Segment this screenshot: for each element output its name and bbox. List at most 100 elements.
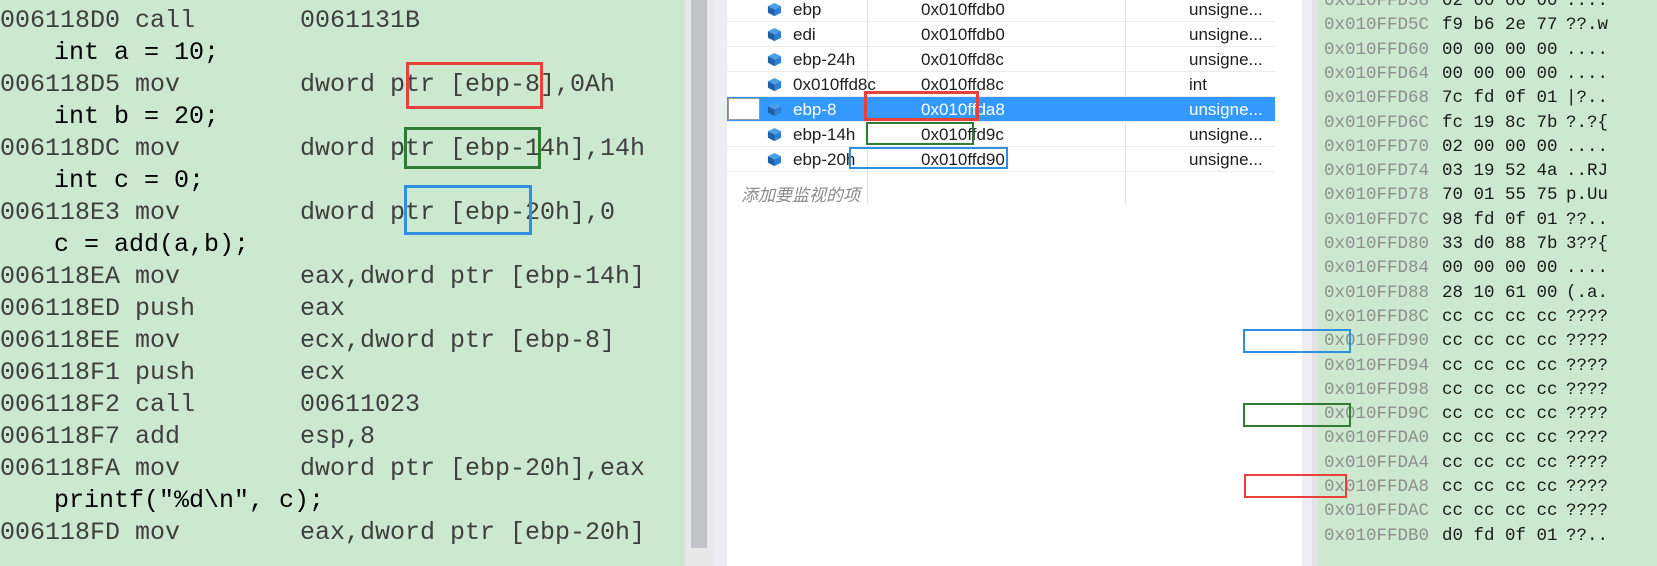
row-divider: [727, 171, 1275, 172]
memory-row[interactable]: 0x010FFD7C 98 fd 0f 01??..: [1318, 207, 1657, 233]
memory-ascii: ????: [1566, 404, 1609, 425]
memory-bytes: 00 00 00 00: [1442, 39, 1558, 60]
asm-opcode: mov: [135, 70, 181, 99]
memory-address: 0x010FFD70: [1324, 136, 1430, 157]
memory-bytes: 00 00 00 00: [1442, 63, 1558, 84]
memory-address: 0x010FFD60: [1324, 39, 1430, 60]
disassembly-scrollbar-thumb[interactable]: [691, 0, 707, 548]
disassembly-panel[interactable]: 006118D0 call 0061131B int a = 10; 006118D5 m…: [0, 0, 685, 566]
memory-row[interactable]: 0x010FFD68 7c fd 0f 01 |?..: [1318, 85, 1657, 111]
watch-type: unsigne...: [1189, 25, 1263, 44]
memory-row[interactable]: 0x010FFDA0 cc cc cc cc????: [1318, 425, 1657, 451]
memory-panel[interactable]: 0x010FFD58 02 00 00 00.... 0x010FFD5C f9 b6…: [1318, 0, 1657, 566]
watch-type: unsigne...: [1189, 125, 1263, 144]
memory-ascii: ????: [1566, 355, 1609, 376]
memory-ascii: ????: [1566, 306, 1609, 327]
asm-line[interactable]: 006118FD mov eax,dword ptr [ebp-20h]: [0, 516, 685, 550]
memory-address: 0x010FFDA0: [1324, 428, 1430, 449]
watch-row[interactable]: ebp-14h 0x010ffd9c unsigne...: [727, 122, 1275, 147]
memory-row[interactable]: 0x010FFD90 cc cc cc cc????: [1318, 328, 1657, 354]
source-line[interactable]: int c = 0;: [0, 164, 685, 198]
source-line[interactable]: int b = 20;: [0, 100, 685, 134]
variable-cube-icon: [767, 27, 782, 42]
source-text: int c = 0;: [54, 166, 205, 195]
asm-line[interactable]: 006118E3 mov dword ptr [ebp-20h],0: [0, 196, 685, 230]
asm-line[interactable]: 006118ED push eax: [0, 292, 685, 326]
memory-row[interactable]: 0x010FFD70 02 00 00 00....: [1318, 134, 1657, 160]
asm-opcode: mov: [135, 262, 181, 291]
asm-operands: dword ptr [ebp-20h],eax: [300, 454, 646, 483]
asm-line[interactable]: 006118DC mov dword ptr [ebp-14h],14h: [0, 132, 685, 166]
row-edit-box[interactable]: [728, 98, 760, 120]
asm-operands: eax,dword ptr [ebp-20h]: [300, 518, 646, 547]
memory-ascii: ?.?{: [1566, 112, 1609, 133]
highlight-box-red-memory: [1244, 474, 1347, 498]
source-line[interactable]: c = add(a,b);: [0, 228, 685, 262]
watch-row[interactable]: 0x010ffd8c 0x010ffd8c int: [727, 72, 1275, 97]
panel-splitter[interactable]: [713, 0, 727, 566]
memory-row[interactable]: 0x010FFD5C f9 b6 2e 77 ??.w: [1318, 12, 1657, 38]
variable-cube-icon: [767, 152, 782, 167]
memory-row[interactable]: 0x010FFD88 28 10 61 00 (.a.: [1318, 280, 1657, 306]
asm-operands: eax,dword ptr [ebp-14h]: [300, 262, 646, 291]
asm-line[interactable]: 006118F2 call 00611023: [0, 388, 685, 422]
asm-opcode: mov: [135, 198, 181, 227]
memory-row[interactable]: 0x010FFD8C cc cc cc cc????: [1318, 304, 1657, 330]
watch-row[interactable]: ebp-24h 0x010ffd8c unsigne...: [727, 47, 1275, 72]
memory-bytes: 03 19 52 4a: [1442, 161, 1558, 182]
variable-cube-icon: [767, 102, 782, 117]
asm-line[interactable]: 006118EE mov ecx,dword ptr [ebp-8]: [0, 324, 685, 358]
watch-row[interactable]: ebp 0x010ffdb0 unsigne...: [727, 0, 1275, 22]
memory-row[interactable]: 0x010FFD94 cc cc cc cc????: [1318, 353, 1657, 379]
variable-cube-icon: [767, 77, 782, 92]
memory-bytes: cc cc cc cc: [1442, 379, 1558, 400]
highlight-box-blue-disasm: [404, 185, 532, 235]
asm-address: 006118EE: [0, 326, 121, 355]
watch-row[interactable]: ebp-8 0x010ffda8 unsigne...: [727, 97, 1275, 122]
memory-row[interactable]: 0x010FFD74 03 19 52 4a ..RJ: [1318, 158, 1657, 184]
memory-row[interactable]: 0x010FFDB0 d0 fd 0f 01??..: [1318, 523, 1657, 549]
memory-bytes: 02 00 00 00: [1442, 136, 1558, 157]
memory-ascii: ????: [1566, 379, 1609, 400]
asm-line[interactable]: 006118D5 mov dword ptr [ebp-8],0Ah: [0, 68, 685, 102]
memory-row[interactable]: 0x010FFDAC cc cc cc cc????: [1318, 498, 1657, 524]
asm-address: 006118E3: [0, 198, 121, 227]
source-line[interactable]: int a = 10;: [0, 36, 685, 70]
asm-line[interactable]: 006118D0 call 0061131B: [0, 4, 685, 38]
memory-row[interactable]: 0x010FFD80 33 d0 88 7b 3??{: [1318, 231, 1657, 257]
source-line[interactable]: printf("%d\n", c);: [0, 484, 685, 518]
asm-address: 006118ED: [0, 294, 121, 323]
memory-address: 0x010FFD94: [1324, 355, 1430, 376]
memory-row[interactable]: 0x010FFDA4 cc cc cc cc????: [1318, 450, 1657, 476]
memory-row[interactable]: 0x010FFD64 00 00 00 00....: [1318, 61, 1657, 87]
memory-row[interactable]: 0x010FFD84 00 00 00 00....: [1318, 255, 1657, 281]
asm-line[interactable]: 006118EA mov eax,dword ptr [ebp-14h]: [0, 260, 685, 294]
asm-opcode: mov: [135, 454, 181, 483]
watch-row[interactable]: edi 0x010ffdb0 unsigne...: [727, 22, 1275, 47]
memory-address: 0x010FFD98: [1324, 379, 1430, 400]
asm-line[interactable]: 006118F7 add esp,8: [0, 420, 685, 454]
memory-ascii: 3??{: [1566, 234, 1609, 254]
memory-bytes: 33 d0 88 7b: [1442, 234, 1558, 254]
memory-ascii: p.Uu: [1566, 185, 1609, 206]
memory-address: 0x010FFD64: [1324, 63, 1430, 84]
watch-name: ebp: [793, 0, 822, 19]
asm-opcode: add: [135, 422, 181, 451]
add-watch-item[interactable]: 添加要监视的项: [741, 181, 860, 206]
memory-row[interactable]: 0x010FFD98 cc cc cc cc????: [1318, 377, 1657, 403]
memory-row[interactable]: 0x010FFD6C fc 19 8c 7b ?.?{: [1318, 110, 1657, 136]
memory-ascii: ??..: [1566, 209, 1609, 230]
watch-name: ebp-24h: [793, 50, 856, 69]
asm-line[interactable]: 006118FA mov dword ptr [ebp-20h],eax: [0, 452, 685, 486]
asm-line[interactable]: 006118F1 push ecx: [0, 356, 685, 390]
memory-row[interactable]: 0x010FFDA8 cc cc cc cc????: [1318, 474, 1657, 500]
memory-row[interactable]: 0x010FFD60 00 00 00 00....: [1318, 37, 1657, 63]
memory-row[interactable]: 0x010FFD9C cc cc cc cc????: [1318, 401, 1657, 427]
memory-row[interactable]: 0x010FFD78 70 01 55 75 p.Uu: [1318, 182, 1657, 208]
memory-ascii: ??.w: [1566, 15, 1609, 36]
highlight-box-red-watch: [864, 91, 979, 121]
memory-address: 0x010FFDB0: [1324, 525, 1430, 546]
memory-ascii: |?..: [1566, 88, 1609, 109]
memory-address: 0x010FFD5C: [1324, 15, 1430, 36]
asm-address: 006118FA: [0, 454, 121, 483]
